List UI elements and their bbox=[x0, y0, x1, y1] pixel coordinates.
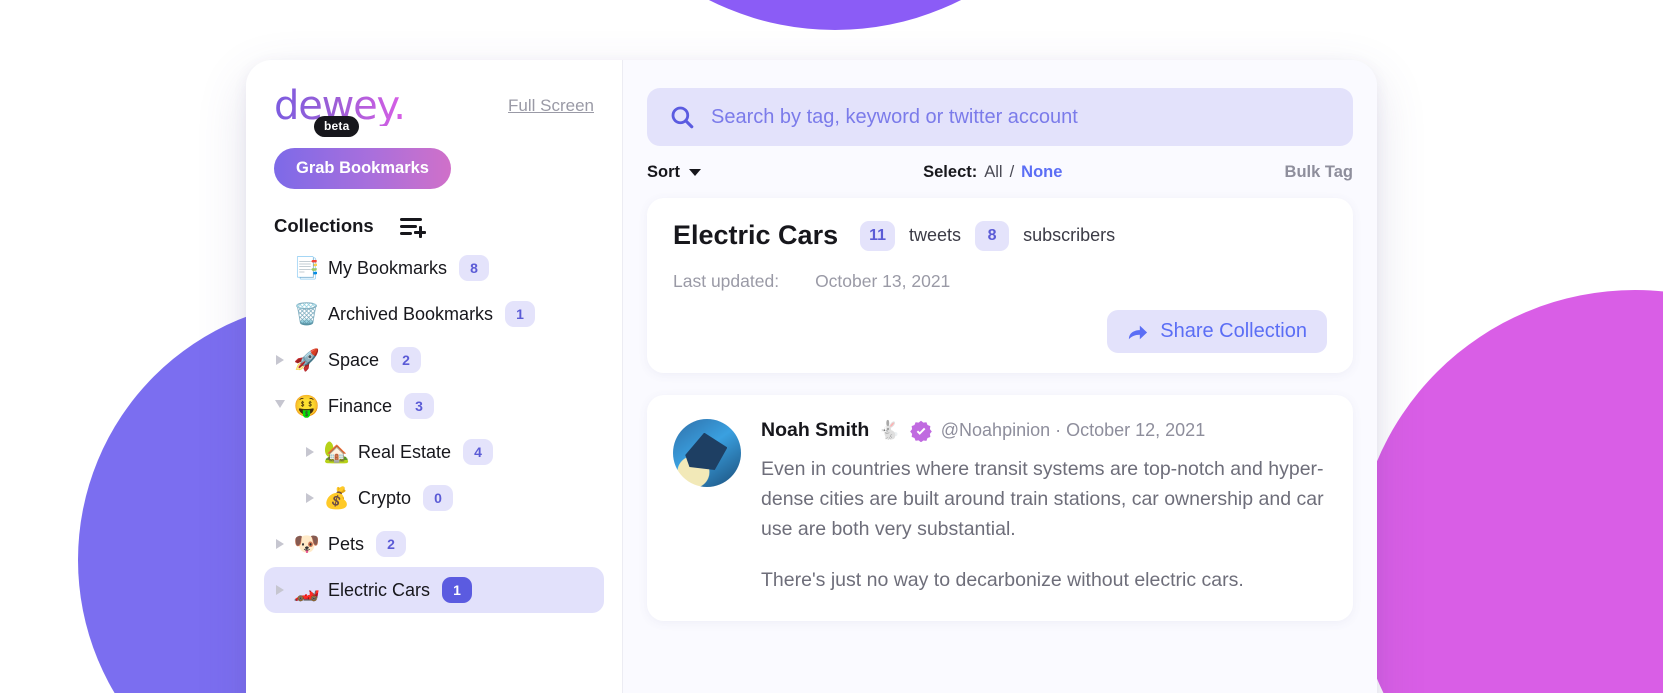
collection-emoji-icon: 🏎️ bbox=[293, 577, 321, 602]
caret-down-icon[interactable] bbox=[272, 399, 288, 413]
collection-emoji-icon: 🚀 bbox=[293, 347, 321, 372]
collection-label: My Bookmarks bbox=[328, 257, 448, 278]
last-updated-value: October 13, 2021 bbox=[815, 271, 951, 291]
decorative-circle-right bbox=[1355, 290, 1663, 693]
collection-count-badge: 3 bbox=[404, 393, 435, 419]
share-row: Share Collection bbox=[673, 310, 1327, 353]
main-panel: Sort Select: All / None Bulk Tag Electri… bbox=[623, 60, 1377, 693]
rabbit-emoji-icon: 🐇 bbox=[878, 420, 901, 441]
sort-label: Sort bbox=[647, 162, 680, 181]
decorative-circle-top bbox=[555, 0, 1115, 30]
beta-badge: beta bbox=[314, 116, 360, 137]
chevron-down-icon bbox=[689, 168, 701, 176]
author-name: Noah Smith bbox=[761, 419, 870, 441]
collection-label: Real Estate bbox=[358, 441, 452, 462]
tweets-label: tweets bbox=[909, 225, 962, 245]
collection-count-badge: 4 bbox=[463, 439, 494, 465]
caret-right-icon[interactable] bbox=[302, 493, 318, 503]
avatar bbox=[673, 419, 741, 487]
full-screen-link[interactable]: Full Screen bbox=[508, 96, 594, 116]
collection-emoji-icon: 📑 bbox=[293, 255, 321, 280]
bulk-tag-button[interactable]: Bulk Tag bbox=[1285, 163, 1353, 182]
last-updated-row: Last updated: October 13, 2021 bbox=[673, 271, 1327, 292]
tweet-paragraph: Even in countries where transit systems … bbox=[761, 458, 1324, 541]
search-bar[interactable] bbox=[647, 88, 1353, 146]
last-updated-label: Last updated: bbox=[673, 271, 780, 291]
collection-label: Space bbox=[328, 349, 380, 370]
select-group: Select: All / None bbox=[923, 163, 1062, 182]
collection-emoji-icon: 🗑️ bbox=[293, 301, 321, 326]
verified-badge-icon bbox=[909, 420, 932, 442]
page-root: dewey. beta Full Screen Grab Bookmarks C… bbox=[0, 0, 1663, 693]
tweet-header: Noah Smith 🐇 @Noahpinion · October 12, 2… bbox=[761, 419, 1327, 442]
collection-label: Pets bbox=[328, 533, 365, 554]
sidebar-item-archived-bookmarks[interactable]: 🗑️ Archived Bookmarks 1 bbox=[264, 291, 604, 337]
collection-emoji-icon: 🤑 bbox=[293, 393, 321, 418]
search-icon bbox=[671, 106, 694, 129]
tweet-card[interactable]: Noah Smith 🐇 @Noahpinion · October 12, 2… bbox=[647, 395, 1353, 621]
collection-title: Electric Cars bbox=[673, 220, 839, 250]
caret-right-icon[interactable] bbox=[272, 585, 288, 595]
app-logo: dewey. beta bbox=[274, 86, 406, 137]
caret-right-icon[interactable] bbox=[272, 539, 288, 549]
caret-right-icon[interactable] bbox=[302, 447, 318, 457]
sidebar: dewey. beta Full Screen Grab Bookmarks C… bbox=[246, 60, 623, 693]
collection-count-badge: 1 bbox=[505, 301, 536, 327]
collection-count-badge: 1 bbox=[442, 577, 473, 603]
tweets-count-badge: 11 bbox=[860, 220, 896, 251]
collection-stats-row: Electric Cars 11 tweets 8 subscribers bbox=[673, 220, 1327, 251]
sidebar-item-pets[interactable]: 🐶 Pets 2 bbox=[264, 521, 604, 567]
collection-label: Electric Cars bbox=[328, 579, 431, 600]
select-all-link[interactable]: All bbox=[984, 163, 1002, 182]
collection-emoji-icon: 🐶 bbox=[293, 531, 321, 556]
sidebar-item-space[interactable]: 🚀 Space 2 bbox=[264, 337, 604, 383]
app-window: dewey. beta Full Screen Grab Bookmarks C… bbox=[246, 60, 1377, 693]
collection-count-badge: 8 bbox=[459, 255, 490, 281]
subscribers-count-badge: 8 bbox=[975, 220, 1010, 251]
collection-count-badge: 2 bbox=[391, 347, 422, 373]
search-input[interactable] bbox=[711, 105, 1331, 129]
collection-label: Finance bbox=[328, 395, 393, 416]
sidebar-header: dewey. beta Full Screen bbox=[246, 86, 622, 137]
select-none-link[interactable]: None bbox=[1021, 163, 1062, 182]
share-collection-label: Share Collection bbox=[1160, 320, 1307, 342]
collections-header: Collections bbox=[274, 215, 622, 238]
sort-button[interactable]: Sort bbox=[647, 163, 701, 182]
collections-title: Collections bbox=[274, 215, 374, 236]
add-collection-icon[interactable] bbox=[399, 215, 427, 238]
subscribers-label: subscribers bbox=[1023, 225, 1116, 245]
collection-count-badge: 0 bbox=[423, 485, 454, 511]
handle-and-date: @Noahpinion · October 12, 2021 bbox=[940, 420, 1206, 440]
toolbar: Sort Select: All / None Bulk Tag bbox=[647, 146, 1353, 198]
collection-emoji-icon: 🏡 bbox=[323, 439, 351, 464]
grab-bookmarks-button[interactable]: Grab Bookmarks bbox=[274, 148, 451, 189]
collection-header-card: Electric Cars 11 tweets 8 subscribers La… bbox=[647, 198, 1353, 373]
tweet-body: Noah Smith 🐇 @Noahpinion · October 12, 2… bbox=[761, 419, 1327, 595]
sidebar-item-real-estate[interactable]: 🏡 Real Estate 4 bbox=[264, 429, 604, 475]
sidebar-item-crypto[interactable]: 💰 Crypto 0 bbox=[264, 475, 604, 521]
collection-list: 📑 My Bookmarks 8 🗑️ Archived Bookmarks 1 🚀 Spac… bbox=[246, 245, 622, 613]
tweet-paragraph: There's just no way to decarbonize witho… bbox=[761, 568, 1244, 591]
select-separator: / bbox=[1009, 162, 1015, 181]
collection-emoji-icon: 💰 bbox=[323, 485, 351, 510]
collection-label: Crypto bbox=[358, 487, 412, 508]
caret-right-icon[interactable] bbox=[272, 355, 288, 365]
share-arrow-icon bbox=[1129, 325, 1148, 339]
sidebar-item-electric-cars[interactable]: 🏎️ Electric Cars 1 bbox=[264, 567, 604, 613]
sidebar-item-my-bookmarks[interactable]: 📑 My Bookmarks 8 bbox=[264, 245, 604, 291]
collection-count-badge: 2 bbox=[376, 531, 407, 557]
sidebar-item-finance[interactable]: 🤑 Finance 3 bbox=[264, 383, 604, 429]
collection-label: Archived Bookmarks bbox=[328, 303, 494, 324]
select-label: Select: bbox=[923, 162, 978, 181]
share-collection-button[interactable]: Share Collection bbox=[1107, 310, 1327, 353]
